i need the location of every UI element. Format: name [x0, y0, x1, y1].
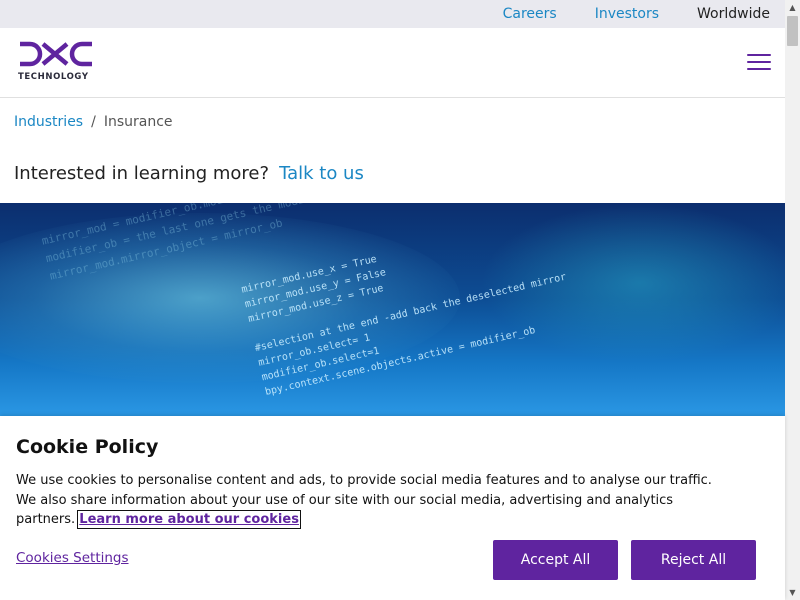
logo-text: TECHNOLOGY: [18, 72, 89, 82]
investors-link[interactable]: Investors: [595, 6, 659, 22]
learn-more-cookies-link[interactable]: Learn more about our cookies: [77, 510, 301, 529]
breadcrumb: Industries / Insurance: [14, 114, 173, 130]
breadcrumb-industries[interactable]: Industries: [14, 114, 83, 130]
cta-text: Interested in learning more?: [14, 163, 270, 184]
cookie-text: We use cookies to personalise content an…: [16, 471, 716, 530]
site-header: TECHNOLOGY: [0, 28, 785, 98]
scrollbar[interactable]: ▲ ▼: [785, 0, 800, 600]
breadcrumb-separator: /: [91, 114, 96, 130]
cookie-banner: Cookie Policy We use cookies to personal…: [0, 416, 785, 600]
worldwide-link[interactable]: Worldwide: [697, 6, 770, 22]
contact-cta: Interested in learning more? Talk to us: [14, 163, 364, 184]
hamburger-menu-icon[interactable]: [747, 54, 771, 72]
scroll-thumb[interactable]: [787, 16, 798, 46]
cookie-title: Cookie Policy: [16, 436, 159, 458]
utility-bar: Careers Investors Worldwide: [0, 0, 785, 28]
careers-link[interactable]: Careers: [503, 6, 557, 22]
dxc-logo-mark: [20, 41, 92, 67]
hero-image: mirror_mod = modifier_ob.modifiers.new("…: [0, 203, 785, 416]
cookies-settings-link[interactable]: Cookies Settings: [16, 550, 129, 566]
talk-to-us-link[interactable]: Talk to us: [279, 163, 364, 184]
scroll-down-icon[interactable]: ▼: [785, 585, 800, 600]
reject-all-button[interactable]: Reject All: [631, 540, 756, 580]
breadcrumb-current: Insurance: [103, 114, 173, 130]
accept-all-button[interactable]: Accept All: [493, 540, 618, 580]
dxc-logo[interactable]: TECHNOLOGY: [18, 41, 98, 85]
scroll-up-icon[interactable]: ▲: [785, 0, 800, 15]
